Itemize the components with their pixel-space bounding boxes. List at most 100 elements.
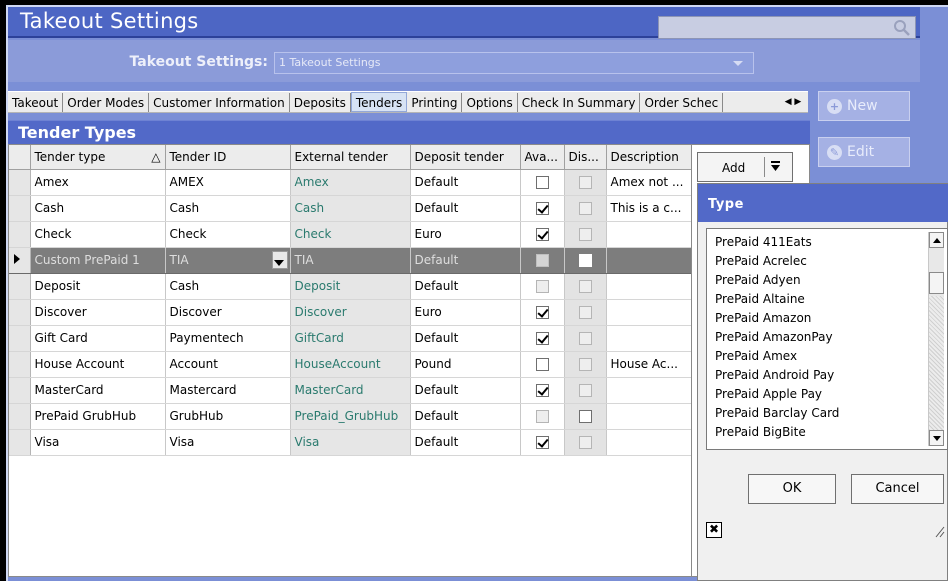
available-checkbox[interactable] bbox=[535, 228, 549, 241]
tab-tenders[interactable]: Tenders bbox=[350, 92, 408, 112]
cell-external-tender[interactable]: Cash bbox=[290, 195, 411, 222]
cell-description[interactable] bbox=[606, 403, 691, 430]
list-item[interactable]: PrePaid 411Eats bbox=[707, 233, 947, 252]
available-checkbox[interactable] bbox=[535, 436, 549, 449]
cell-external-tender[interactable]: Amex bbox=[290, 169, 411, 196]
cell-available[interactable] bbox=[520, 299, 565, 326]
cell-deposit-tender[interactable]: Default bbox=[410, 247, 521, 274]
cell-tender-id[interactable]: TIA bbox=[165, 247, 291, 274]
cell-deposit-tender[interactable]: Pound bbox=[410, 351, 521, 378]
available-checkbox[interactable] bbox=[535, 254, 549, 267]
cell-available[interactable] bbox=[520, 351, 565, 378]
tab-deposits[interactable]: Deposits bbox=[290, 93, 351, 112]
cell-description[interactable] bbox=[606, 377, 691, 404]
available-checkbox[interactable] bbox=[535, 280, 549, 293]
list-item[interactable]: PrePaid Android Pay bbox=[707, 366, 947, 385]
list-item[interactable]: PrePaid Altaine bbox=[707, 290, 947, 309]
row-selector[interactable] bbox=[9, 351, 31, 378]
column-header-tender-type[interactable]: Tender type △ bbox=[30, 145, 166, 170]
disabled-checkbox[interactable] bbox=[578, 332, 592, 345]
table-row[interactable]: Amex AMEX Amex Default Amex not ... bbox=[9, 169, 691, 196]
cell-tender-id[interactable]: Cash bbox=[165, 195, 291, 222]
column-header-deposit-tender[interactable]: Deposit tender bbox=[410, 145, 521, 170]
tab-options[interactable]: Options bbox=[462, 93, 518, 112]
column-header-available[interactable]: Ava... bbox=[520, 145, 565, 170]
scroll-down-icon[interactable] bbox=[929, 430, 944, 446]
list-item[interactable]: PrePaid Apple Pay bbox=[707, 385, 947, 404]
table-row[interactable]: Gift Card Paymentech GiftCard Default bbox=[9, 325, 691, 352]
cell-external-tender[interactable]: HouseAccount bbox=[290, 351, 411, 378]
cell-disabled[interactable] bbox=[564, 247, 607, 274]
row-selector[interactable] bbox=[9, 169, 31, 196]
cell-deposit-tender[interactable]: Euro bbox=[410, 299, 521, 326]
tab-customer-information[interactable]: Customer Information bbox=[149, 93, 290, 112]
disabled-checkbox[interactable] bbox=[578, 176, 592, 189]
cell-tender-id[interactable]: Discover bbox=[165, 299, 291, 326]
cell-tender-type[interactable]: MasterCard bbox=[30, 377, 166, 404]
row-selector[interactable] bbox=[9, 429, 31, 456]
scroll-up-icon[interactable] bbox=[929, 232, 944, 248]
available-checkbox[interactable] bbox=[535, 202, 549, 215]
scroll-track[interactable] bbox=[929, 296, 944, 430]
cell-tender-id[interactable]: Paymentech bbox=[165, 325, 291, 352]
cell-disabled[interactable] bbox=[564, 403, 607, 430]
cell-available[interactable] bbox=[520, 221, 565, 248]
cell-tender-type[interactable]: Deposit bbox=[30, 273, 166, 300]
row-selector[interactable] bbox=[9, 325, 31, 352]
row-selector[interactable] bbox=[9, 221, 31, 248]
add-button[interactable]: Add bbox=[697, 152, 793, 182]
cell-tender-type[interactable]: Visa bbox=[30, 429, 166, 456]
cell-external-tender[interactable]: Deposit bbox=[290, 273, 411, 300]
cell-tender-type[interactable]: Check bbox=[30, 221, 166, 248]
cell-deposit-tender[interactable]: Default bbox=[410, 195, 521, 222]
available-checkbox[interactable] bbox=[535, 410, 549, 423]
cell-disabled[interactable] bbox=[564, 351, 607, 378]
cell-tender-id[interactable]: Visa bbox=[165, 429, 291, 456]
cell-available[interactable] bbox=[520, 273, 565, 300]
cell-tender-type[interactable]: Cash bbox=[30, 195, 166, 222]
cell-external-tender[interactable]: TIA bbox=[290, 247, 411, 274]
available-checkbox[interactable] bbox=[535, 358, 549, 371]
cell-tender-id[interactable]: Account bbox=[165, 351, 291, 378]
search-icon[interactable] bbox=[893, 19, 911, 37]
new-button[interactable]: + New bbox=[818, 91, 910, 121]
cell-deposit-tender[interactable]: Default bbox=[410, 169, 521, 196]
cell-tender-id[interactable]: AMEX bbox=[165, 169, 291, 196]
cancel-button[interactable]: Cancel bbox=[851, 474, 944, 504]
cell-tender-type[interactable]: Discover bbox=[30, 299, 166, 326]
disabled-checkbox[interactable] bbox=[578, 410, 592, 423]
cell-external-tender[interactable]: MasterCard bbox=[290, 377, 411, 404]
scroll-thumb[interactable] bbox=[929, 272, 944, 294]
available-checkbox[interactable] bbox=[535, 306, 549, 319]
table-row[interactable]: Deposit Cash Deposit Default bbox=[9, 273, 691, 300]
column-header-description[interactable]: Description bbox=[606, 145, 691, 170]
cell-deposit-tender[interactable]: Default bbox=[410, 429, 521, 456]
cell-deposit-tender[interactable]: Euro bbox=[410, 221, 521, 248]
cell-disabled[interactable] bbox=[564, 195, 607, 222]
tab-order-schec[interactable]: Order Schec bbox=[640, 93, 724, 112]
disabled-checkbox[interactable] bbox=[578, 384, 592, 397]
close-icon[interactable]: ✖ bbox=[706, 522, 722, 538]
tab-printing[interactable]: Printing bbox=[407, 93, 463, 112]
table-row[interactable]: House Account Account HouseAccount Pound Hou… bbox=[9, 351, 691, 378]
cell-tender-id[interactable]: Check bbox=[165, 221, 291, 248]
column-header-external-tender[interactable]: External tender bbox=[290, 145, 411, 170]
cell-disabled[interactable] bbox=[564, 221, 607, 248]
list-item[interactable]: PrePaid Amex bbox=[707, 347, 947, 366]
cell-description[interactable] bbox=[606, 325, 691, 352]
ok-button[interactable]: OK bbox=[748, 474, 836, 504]
table-row[interactable]: Custom PrePaid 1 TIA TIA Default bbox=[9, 247, 691, 274]
disabled-checkbox[interactable] bbox=[578, 358, 592, 371]
list-item[interactable]: PrePaid BigBite bbox=[707, 423, 947, 442]
column-header-tender-id[interactable]: Tender ID bbox=[165, 145, 291, 170]
disabled-checkbox[interactable] bbox=[578, 202, 592, 215]
cell-tender-type[interactable]: Amex bbox=[30, 169, 166, 196]
table-row[interactable]: Visa Visa Visa Default bbox=[9, 429, 691, 456]
add-dropdown-toggle[interactable] bbox=[764, 157, 784, 177]
list-item[interactable]: PrePaid AmazonPay bbox=[707, 328, 947, 347]
cell-description[interactable]: This is a c... bbox=[606, 195, 691, 222]
cell-available[interactable] bbox=[520, 247, 565, 274]
cell-tender-type[interactable]: PrePaid GrubHub bbox=[30, 403, 166, 430]
list-item[interactable]: PrePaid Amazon bbox=[707, 309, 947, 328]
list-item[interactable]: PrePaid Barclay Card bbox=[707, 404, 947, 423]
